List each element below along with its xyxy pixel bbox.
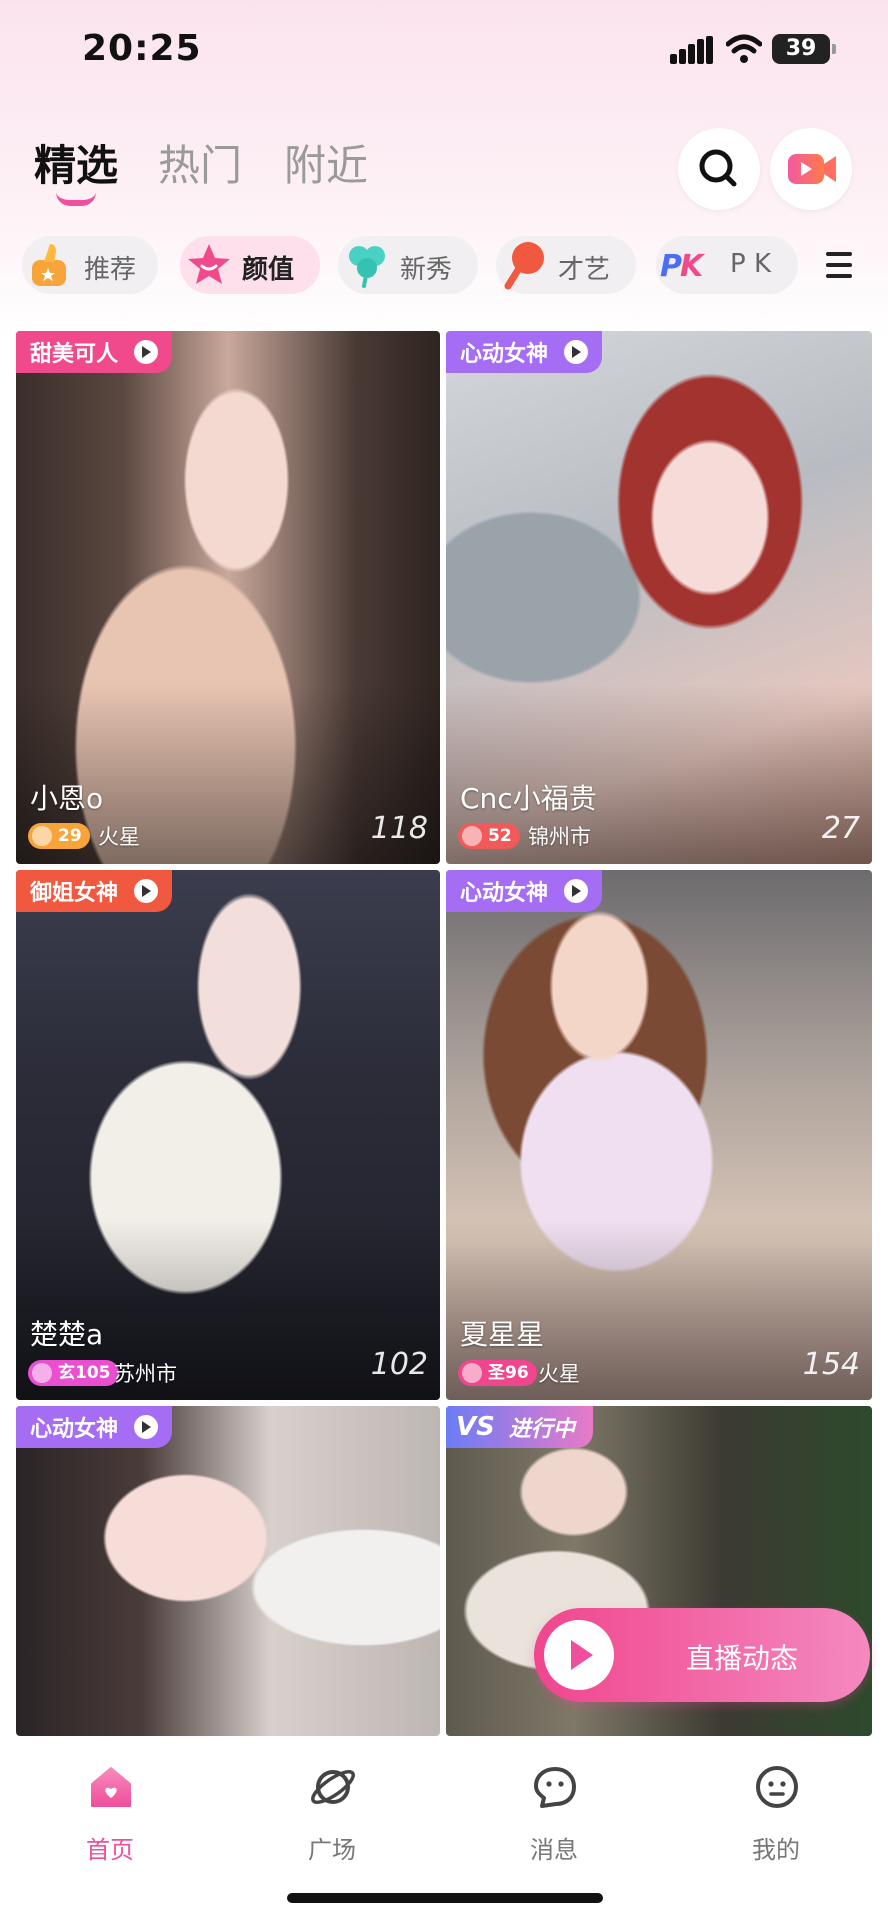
home-indicator[interactable] — [287, 1893, 603, 1903]
card-tag: VS 进行中 — [446, 1406, 593, 1448]
level-badge: 玄105 — [28, 1360, 119, 1386]
viewer-count: 154 — [802, 1347, 860, 1382]
message-icon — [534, 1767, 576, 1808]
level-value: 52 — [488, 826, 512, 846]
category-talent[interactable]: 才艺 — [496, 236, 636, 294]
signal-icon — [670, 36, 714, 64]
level-icon — [462, 1363, 482, 1383]
nav-home[interactable]: 首页 — [50, 1764, 170, 1874]
arrow-right-icon — [134, 1415, 159, 1439]
card-tag-label: 进行中 — [508, 1417, 575, 1442]
status-time: 20:25 — [82, 28, 202, 69]
menu-icon[interactable] — [826, 252, 852, 278]
arrow-right-icon — [564, 879, 589, 903]
card-tag-label: 御姐女神 — [30, 881, 119, 906]
viewer-count: 118 — [370, 811, 428, 846]
level-value: 29 — [58, 826, 82, 846]
arrow-right-icon — [134, 340, 159, 364]
category-label: 推荐 — [84, 255, 137, 285]
profile-face-icon — [756, 1766, 798, 1808]
video-camera-icon — [788, 154, 836, 184]
level-icon — [32, 826, 52, 846]
level-badge: 圣96 — [458, 1360, 537, 1386]
card-tag: 心动女神 — [16, 1406, 173, 1448]
card-tag-label: 心动女神 — [460, 342, 549, 367]
tab-popular[interactable]: 热门 — [158, 132, 242, 193]
live-card[interactable]: 甜美可人 小恩o 29 火星 118 — [16, 331, 440, 864]
live-card[interactable]: 心动女神 夏星星 圣96 火星 154 — [446, 870, 872, 1400]
nav-square[interactable]: 广场 — [272, 1764, 392, 1874]
live-moments-label: 直播动态 — [686, 1642, 799, 1675]
live-card[interactable]: 心动女神 — [16, 1406, 440, 1736]
card-tag-label: 心动女神 — [30, 1417, 119, 1442]
streamer-name: 楚楚a — [30, 1318, 104, 1351]
live-camera-button[interactable] — [770, 128, 852, 210]
card-tag-label: 心动女神 — [460, 881, 549, 906]
card-tag: 甜美可人 — [16, 331, 173, 373]
streamer-name: 小恩o — [30, 782, 104, 815]
play-icon — [544, 1620, 614, 1690]
category-beauty[interactable]: 颜值 — [180, 236, 320, 294]
nav-label: 我的 — [752, 1836, 800, 1864]
tab-nearby[interactable]: 附近 — [284, 132, 368, 193]
pk-icon: P K — [660, 249, 706, 284]
search-button[interactable] — [678, 128, 760, 210]
star-icon — [188, 244, 230, 284]
vs-badge: VS — [456, 1412, 495, 1442]
microphone-icon — [504, 242, 544, 290]
streamer-name: 夏星星 — [460, 1318, 545, 1351]
search-icon — [699, 149, 737, 187]
streamer-city: 苏州市 — [114, 1362, 177, 1386]
stream-cover-image — [16, 1406, 440, 1736]
battery-indicator: 39 — [772, 34, 836, 64]
clover-icon — [349, 246, 385, 288]
level-value: 圣96 — [488, 1363, 529, 1383]
level-value: 玄105 — [58, 1363, 111, 1383]
arrow-right-icon — [564, 340, 589, 364]
planet-icon — [311, 1770, 355, 1804]
live-card[interactable]: 御姐女神 楚楚a 玄105 苏州市 102 — [16, 870, 440, 1400]
streamer-city: 火星 — [98, 825, 140, 849]
nav-label: 消息 — [530, 1836, 578, 1864]
svg-text:K: K — [680, 249, 706, 284]
live-moments-button[interactable]: 直播动态 — [534, 1608, 870, 1702]
category-pk[interactable]: P K P K — [656, 236, 798, 294]
streamer-city: 火星 — [538, 1362, 580, 1386]
category-recommend[interactable]: 推荐 — [22, 236, 158, 294]
wifi-icon — [726, 34, 762, 63]
streamer-city: 锦州市 — [528, 825, 591, 849]
viewer-count: 102 — [370, 1347, 428, 1382]
category-newcomer[interactable]: 新秀 — [338, 236, 478, 294]
nav-label: 广场 — [308, 1836, 356, 1864]
arrow-right-icon — [134, 879, 159, 903]
home-icon — [91, 1767, 131, 1807]
level-icon — [32, 1363, 52, 1383]
nav-messages[interactable]: 消息 — [494, 1764, 614, 1874]
viewer-count: 27 — [821, 811, 860, 846]
card-tag: 心动女神 — [446, 331, 603, 373]
status-bar: 20:25 39 — [0, 0, 888, 100]
nav-profile[interactable]: 我的 — [716, 1764, 836, 1874]
level-badge: 52 — [458, 823, 520, 849]
card-tag: 心动女神 — [446, 870, 603, 912]
category-label: 才艺 — [558, 255, 611, 285]
level-icon — [462, 826, 482, 846]
svg-text:P: P — [660, 249, 682, 284]
tab-featured[interactable]: 精选 — [34, 132, 118, 193]
nav-label: 首页 — [86, 1836, 134, 1864]
category-label: 颜值 — [242, 255, 295, 285]
card-tag-label: 甜美可人 — [30, 342, 119, 367]
category-label: 新秀 — [400, 255, 453, 285]
streamer-name: Cnc小福贵 — [460, 782, 597, 815]
category-label: P K — [730, 249, 771, 279]
thumbs-up-icon — [32, 244, 66, 286]
level-badge: 29 — [28, 823, 90, 849]
card-tag: 御姐女神 — [16, 870, 173, 912]
live-card[interactable]: 心动女神 Cnc小福贵 52 锦州市 27 — [446, 331, 872, 864]
